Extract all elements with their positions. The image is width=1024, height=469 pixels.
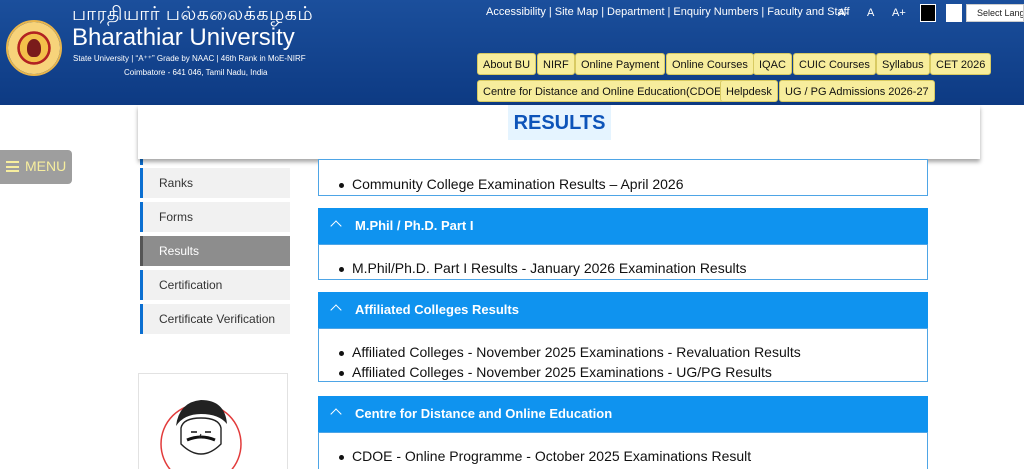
- accordion-title: Affiliated Colleges Results: [355, 302, 519, 317]
- result-link-mphil-phd[interactable]: M.Phil/Ph.D. Part I Results - January 20…: [339, 260, 747, 276]
- accordion-header-mphil-phd[interactable]: M.Phil / Ph.D. Part I: [318, 208, 928, 244]
- dark-contrast-toggle[interactable]: [920, 4, 936, 22]
- result-link-affiliated-revaluation[interactable]: Affiliated Colleges - November 2025 Exam…: [339, 344, 801, 360]
- university-accreditation: State University | “A⁺⁺” Grade by NAAC |…: [73, 54, 306, 63]
- university-name[interactable]: Bharathiar University: [72, 24, 295, 52]
- nav-cuic-courses[interactable]: CUIC Courses: [793, 53, 876, 75]
- department-link[interactable]: Department: [607, 6, 664, 18]
- menu-button[interactable]: MENU: [0, 150, 72, 184]
- nav-iqac[interactable]: IQAC: [753, 53, 792, 75]
- accordion-title: M.Phil / Ph.D. Part I: [355, 218, 474, 233]
- chevron-up-icon: [330, 408, 342, 420]
- accessibility-link[interactable]: Accessibility: [486, 6, 546, 18]
- nav-cdoe[interactable]: Centre for Distance and Online Education…: [477, 80, 732, 102]
- results-title-panel: RESULTS: [138, 105, 980, 159]
- accordion-header-affiliated-colleges[interactable]: Affiliated Colleges Results: [318, 292, 928, 328]
- sidebar-item-forms[interactable]: Forms: [140, 202, 290, 232]
- chevron-up-icon: [330, 220, 342, 232]
- university-logo[interactable]: [6, 20, 62, 76]
- font-increase-button[interactable]: A+: [892, 7, 906, 19]
- nav-online-payment[interactable]: Online Payment: [575, 53, 666, 75]
- university-address: Coimbatore - 641 046, Tamil Nadu, India: [124, 68, 268, 77]
- top-utility-links: Accessibility | Site Map | Department | Enquir…: [486, 6, 850, 18]
- light-contrast-toggle[interactable]: [946, 4, 962, 22]
- sidebar-item-ranks[interactable]: Ranks: [140, 168, 290, 198]
- chevron-up-icon: [330, 304, 342, 316]
- site-header: பாரதியார் பல்கலைக்கழகம் Bharathiar Unive…: [0, 0, 1024, 105]
- sidebar-item-certification[interactable]: Certification: [140, 270, 290, 300]
- bharathiar-portrait: [138, 373, 288, 469]
- nav-helpdesk[interactable]: Helpdesk: [720, 80, 778, 102]
- font-reset-button[interactable]: A: [867, 7, 874, 19]
- font-decrease-button[interactable]: A-: [838, 7, 849, 19]
- sidebar-item-results[interactable]: Results: [140, 236, 290, 266]
- language-select[interactable]: Select Lang: [966, 4, 1024, 22]
- accordion-title: Centre for Distance and Online Education: [355, 406, 613, 421]
- sidebar-item-certificate-verification[interactable]: Certificate Verification: [140, 304, 290, 334]
- result-link-cdoe-online[interactable]: CDOE - Online Programme - October 2025 E…: [338, 448, 751, 464]
- nav-admissions[interactable]: UG / PG Admissions 2026-27: [779, 80, 935, 102]
- accordion-header-cdoe[interactable]: Centre for Distance and Online Education: [318, 396, 928, 432]
- nav-online-courses[interactable]: Online Courses: [666, 53, 754, 75]
- hamburger-icon: [6, 161, 19, 172]
- page-title: RESULTS: [508, 105, 611, 140]
- nav-cet-2026[interactable]: CET 2026: [930, 53, 992, 75]
- enquiry-numbers-link[interactable]: Enquiry Numbers: [673, 6, 758, 18]
- nav-syllabus[interactable]: Syllabus: [876, 53, 930, 75]
- nav-nirf[interactable]: NIRF: [537, 53, 575, 75]
- result-link-affiliated-ugpg[interactable]: Affiliated Colleges - November 2025 Exam…: [339, 364, 772, 380]
- menu-label: MENU: [25, 158, 67, 174]
- result-link-community-college[interactable]: Community College Examination Results – …: [339, 176, 684, 192]
- sidebar-item-edge: [140, 159, 143, 165]
- nav-about-bu[interactable]: About BU: [477, 53, 537, 75]
- site-map-link[interactable]: Site Map: [555, 6, 598, 18]
